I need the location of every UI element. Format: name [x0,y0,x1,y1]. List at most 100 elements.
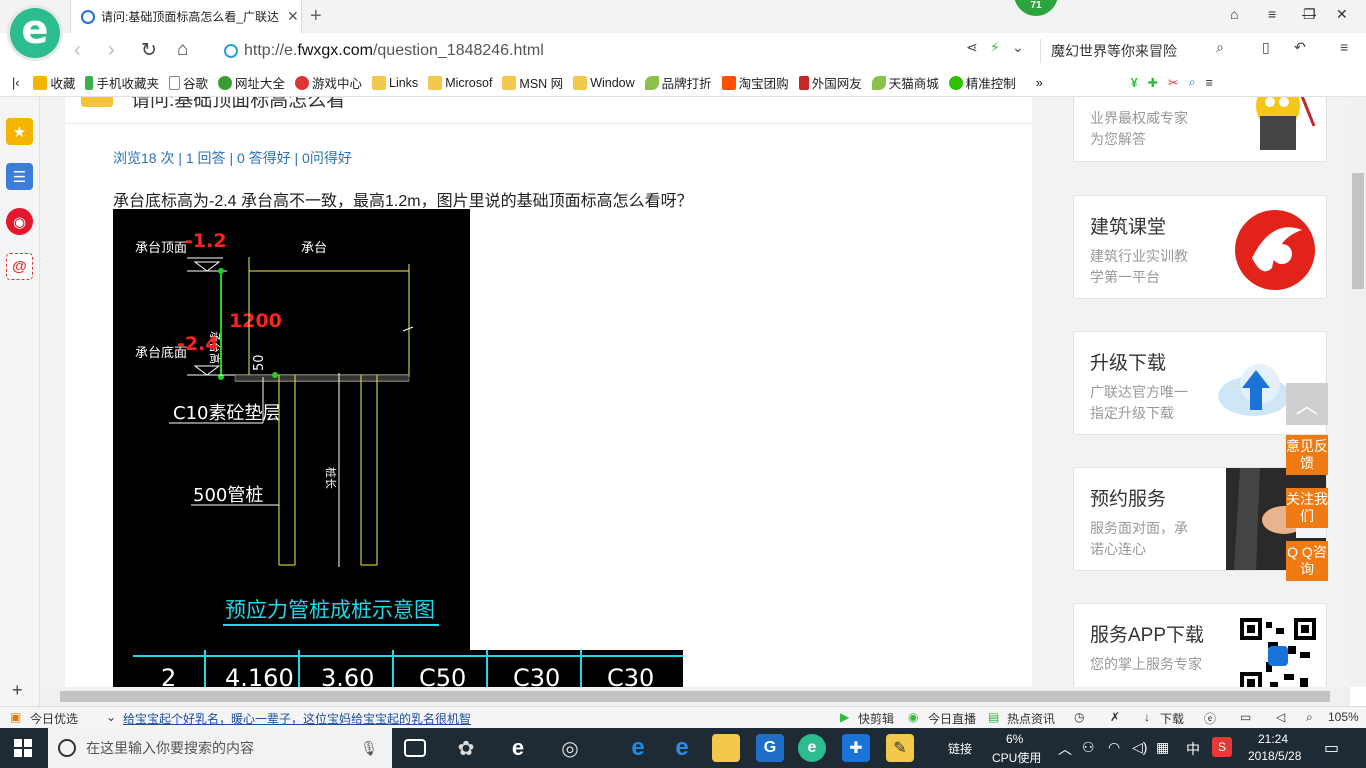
building-class-card[interactable]: 建筑课堂 建筑行业实训教学第一平台 [1073,195,1327,299]
vertical-scroll-thumb[interactable] [1352,173,1364,289]
follow-us-button[interactable]: 关注我们 [1286,488,1328,528]
back-to-top-button[interactable]: ︿ [1286,383,1328,425]
refresh-button[interactable]: ↻ [141,39,157,62]
kuaijian-link[interactable]: 快剪辑 [858,710,894,727]
app-download-card[interactable]: 服务APP下载 您的掌上服务专家 [1073,603,1327,687]
cad-drawing[interactable]: 承台顶面 -1.2 承台 承台高 1200 承台底面 -2.4 50 C10素砼… [113,209,470,650]
taskbar-search[interactable]: 在这里输入你要搜索的内容 🎙 [48,728,392,768]
people-icon[interactable]: ⚇ [1082,739,1095,756]
notifications-icon[interactable]: ▭ [1324,738,1339,758]
vertical-scrollbar[interactable] [1350,97,1366,687]
zoom-level[interactable]: 105% [1328,710,1359,724]
feedback-button[interactable]: 意见反馈 [1286,435,1328,475]
shirt-icon[interactable]: ⌂ [1230,6,1238,22]
add-sidebar-icon[interactable]: + [12,680,23,701]
bookmark-taobao[interactable]: 淘宝团购 [721,73,789,92]
mail-icon[interactable]: @ [6,253,33,280]
cad-table[interactable]: 2 4.160 3.60 C50 C30 C30 [113,650,683,687]
weibo-icon[interactable]: ◉ [6,208,33,235]
back-button[interactable]: ‹ [74,39,81,62]
restore-button[interactable]: ❐ [1303,6,1316,23]
bookmark-msn[interactable]: MSN 网 [502,73,563,92]
windows-start-icon[interactable] [14,739,32,757]
browser-taskbar-icon[interactable]: e [798,734,826,762]
bookmark-favorites[interactable]: 收藏 [33,73,75,92]
more-bookmarks-icon[interactable]: » [1036,76,1043,90]
file-explorer-icon[interactable] [712,734,740,762]
bookmark-games[interactable]: 游戏中心 [294,73,362,92]
more-icon[interactable]: ≡ [1340,39,1348,55]
question-stats[interactable]: 浏览18 次 | 1 回答 | 0 答得好 | 0问得好 [113,148,352,168]
list-icon[interactable]: ☰ [6,163,33,190]
volume-icon[interactable]: ◁ [1276,710,1285,724]
bookmark-directory[interactable]: 网址大全 [217,73,285,92]
wifi-icon[interactable]: ◠ [1108,739,1120,756]
chevron-down-icon[interactable]: ⌄ [106,710,116,724]
ie-taskbar-icon[interactable]: e [668,734,696,762]
news-ticker[interactable]: 给宝宝起个好乳名，暖心一辈子，这位宝妈给宝宝起的乳名很机智 [123,710,471,727]
close-window-button[interactable]: ✕ [1336,6,1348,23]
tools-icon[interactable]: ✗ [1110,710,1120,724]
plus-ext-icon[interactable]: ✚ [1148,75,1158,90]
plus-app-icon[interactable]: ✚ [842,734,870,762]
notification-badge[interactable]: 71 [1014,0,1058,16]
favorites-icon[interactable]: ★ [6,118,33,145]
chevron-down-icon[interactable]: ⌄ [1012,39,1024,56]
forward-button[interactable]: › [108,39,115,62]
browser-logo[interactable]: e [10,8,60,58]
sidebar-toggle-icon[interactable]: |‹ [12,76,19,90]
clock-time[interactable]: 21:24 [1258,732,1288,746]
menu-icon[interactable]: ≡ [1268,6,1276,22]
horizontal-scrollbar[interactable] [40,687,1350,706]
scissors-icon[interactable]: ✂ [1168,75,1178,90]
edge-icon[interactable]: e [624,734,652,762]
bookmark-mobile[interactable]: 手机收藏夹 [85,73,159,92]
bookmark-google[interactable]: 谷歌 [168,73,208,92]
search-field[interactable]: 魔幻世界等你来冒险 [1040,39,1240,63]
live-link[interactable]: 今日直播 [928,710,976,727]
share-icon[interactable]: ⋖ [966,39,978,56]
bookmark-tmall[interactable]: 天猫商城 [871,73,939,92]
shield-icon[interactable]: ¥ [1131,76,1138,90]
volume-icon[interactable]: ◁) [1132,739,1147,756]
bookmark-brand-sale[interactable]: 品牌打折 [644,73,712,92]
today-picks[interactable]: 今日优选 [30,710,78,727]
qq-consult-button[interactable]: Q Q咨询 [1286,541,1328,581]
speed-icon[interactable]: ◷ [1074,710,1084,724]
search-icon[interactable]: ⌕ [1216,39,1224,56]
home-button[interactable]: ⌂ [177,39,188,61]
swirl-app-icon[interactable]: ◎ [556,734,584,762]
microphone-icon[interactable]: 🎙 [360,740,378,757]
keyboard-icon[interactable]: ▦ [1156,739,1169,756]
bookmark-microsoft[interactable]: Microsof [428,75,492,90]
bookmark-windows[interactable]: Window [573,75,635,90]
horizontal-scroll-thumb[interactable] [60,691,1330,702]
sogou-icon[interactable]: S [1212,737,1232,757]
hot-news-link[interactable]: 热点资讯 [1007,710,1055,727]
ie-mode-icon[interactable]: ⓔ [1204,710,1216,727]
wand-icon[interactable]: ⌕ [1189,75,1196,90]
phone-icon[interactable]: ▯ [1262,39,1270,56]
tray-expand-icon[interactable]: ︿ [1058,739,1072,759]
undo-icon[interactable]: ↶ [1294,39,1306,56]
edge-legacy-icon[interactable]: e [504,734,532,762]
bookmark-foreign[interactable]: 外国网友 [798,73,862,92]
task-view-icon[interactable] [404,739,426,757]
lightning-icon[interactable]: ⚡ [990,39,1000,56]
bookmark-links[interactable]: Links [372,75,418,90]
new-tab-button[interactable]: + [310,5,322,28]
link-label[interactable]: 链接 [948,740,972,757]
notes-app-icon[interactable]: ✎ [886,734,914,762]
window-icon[interactable]: ▭ [1240,710,1251,724]
expert-card[interactable]: 业界最权威专家为您解答 [1073,97,1327,162]
url-field[interactable]: http://e.fwxgx.com/question_1848246.html [224,39,1032,63]
clock-date[interactable]: 2018/5/28 [1248,749,1301,763]
download-link[interactable]: 下载 [1160,710,1184,727]
browser-tab[interactable]: 请问:基础顶面标高怎么看_广联达 ✕ [70,0,302,33]
zoom-icon[interactable]: ⌕ [1306,710,1313,725]
glodon-icon[interactable]: G [756,734,784,762]
fan-app-icon[interactable]: ✿ [452,734,480,762]
close-tab-icon[interactable]: ✕ [287,8,299,25]
overflow-menu-icon[interactable]: ≡ [1206,76,1213,90]
bookmark-precise[interactable]: 精准控制 [948,73,1016,92]
